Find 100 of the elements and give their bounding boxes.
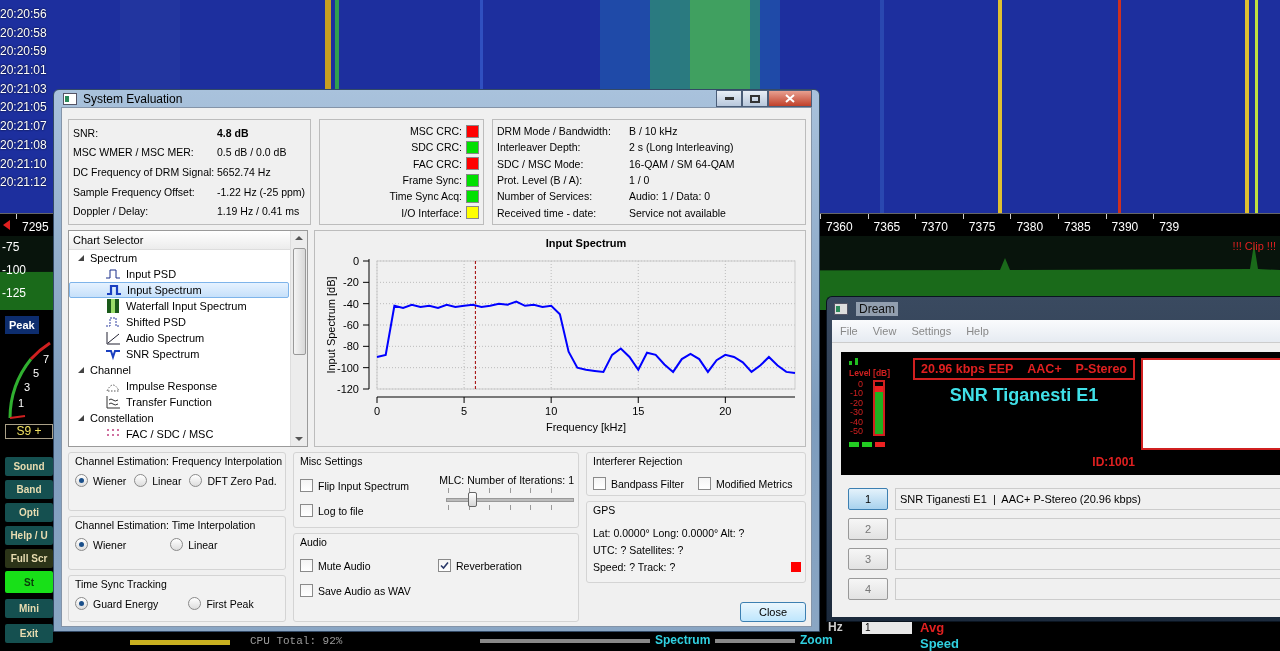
window-icon xyxy=(834,302,848,315)
measurement-label: Sample Frequency Offset: xyxy=(73,185,196,198)
service-button[interactable]: 4 xyxy=(848,578,888,600)
service-button[interactable]: 2 xyxy=(848,518,888,540)
group-title: Channel Estimation: Frequency Interpolation xyxy=(75,455,281,467)
side-button[interactable]: Band xyxy=(5,480,53,499)
tree-item[interactable]: Transfer Function xyxy=(69,394,289,410)
checkbox-icon[interactable] xyxy=(438,559,451,572)
radio-option[interactable]: First Peak xyxy=(188,597,254,610)
expanded-arrow-icon[interactable] xyxy=(77,366,85,374)
side-button[interactable]: Full Scr xyxy=(5,549,53,568)
checkbox-option[interactable]: Save Audio as WAV xyxy=(300,584,438,597)
tree-item[interactable]: Input Spectrum xyxy=(69,282,289,298)
axis-tick-label: 0 xyxy=(373,405,381,417)
service-id: ID:1001 xyxy=(1091,455,1135,469)
radio-icon[interactable] xyxy=(189,474,203,487)
side-button[interactable]: Opti xyxy=(5,503,53,522)
checkbox-icon[interactable] xyxy=(300,584,313,597)
checkbox-option[interactable]: Log to file xyxy=(300,504,410,517)
radio-option[interactable]: Wiener xyxy=(75,538,127,551)
radio-option[interactable]: DFT Zero Pad. xyxy=(189,474,277,487)
side-button[interactable]: Exit xyxy=(5,624,53,643)
dial-number: 1 xyxy=(18,397,25,409)
tree-item[interactable]: Shifted PSD xyxy=(69,314,289,330)
tree-item[interactable]: Input PSD xyxy=(69,266,289,282)
measurement-label: Doppler / Delay: xyxy=(73,205,150,218)
frequency-label: 7360 xyxy=(826,220,853,234)
average-label: Avg xyxy=(920,620,945,635)
checkbox-option[interactable]: Reverberation xyxy=(438,559,574,572)
peak-button[interactable]: Peak xyxy=(5,316,39,334)
indicator-label: I/O Interface: xyxy=(401,206,462,219)
axis-title: Input Spectrum [dB] xyxy=(325,276,337,374)
indicator-label: SDC CRC: xyxy=(411,141,462,154)
axis-tick-label: -60 xyxy=(343,319,359,331)
time-label: 20:20:56 xyxy=(0,6,47,23)
tree-item[interactable]: Constellation xyxy=(69,410,289,426)
level-label: -125 xyxy=(2,286,27,300)
side-button[interactable]: Sound xyxy=(5,457,53,476)
list-header: Chart Selector xyxy=(69,231,291,250)
tree-item[interactable]: SNR Spectrum xyxy=(69,346,289,362)
average-dropdown[interactable]: 1 xyxy=(862,622,912,634)
checkbox-icon[interactable] xyxy=(593,477,606,490)
close-icon xyxy=(785,94,795,103)
minimize-button[interactable] xyxy=(716,90,742,107)
radio-option[interactable]: Linear xyxy=(134,474,182,487)
checkbox-option[interactable]: Bandpass Filter xyxy=(593,477,684,490)
service-field: SNR Tiganesti E1 | AAC+ P-Stereo (20.96 kbps) xyxy=(895,488,1280,510)
indicator-label: FAC CRC: xyxy=(413,157,462,170)
radio-option[interactable]: Linear xyxy=(170,538,218,551)
tree-item[interactable]: Audio Spectrum xyxy=(69,330,289,346)
clip-warning: !!! Clip !!! xyxy=(1232,240,1276,252)
checkbox-icon[interactable] xyxy=(697,477,711,490)
close-button[interactable]: Close xyxy=(740,602,806,622)
tree-item[interactable]: Waterfall Input Spectrum xyxy=(69,298,289,314)
info-label: DRM Mode / Bandwidth: xyxy=(497,125,612,138)
axis-title: Frequency [kHz] xyxy=(545,421,627,433)
tree-item[interactable]: Impulse Response xyxy=(69,378,289,394)
gps-text: Speed: ? Track: ? xyxy=(593,561,676,573)
expanded-arrow-icon[interactable] xyxy=(77,254,85,262)
scale-label: -30 xyxy=(849,408,863,418)
side-button[interactable]: Help / U xyxy=(5,526,53,545)
checkbox-icon[interactable] xyxy=(300,479,313,492)
checkbox-option[interactable]: Modified Metrics xyxy=(697,477,793,490)
side-button[interactable]: Mini xyxy=(5,599,53,618)
axis-tick-label: 10 xyxy=(545,405,558,417)
axis-tick-label: 20 xyxy=(719,405,732,417)
time-label: 20:21:07 xyxy=(0,118,47,136)
station-name: SNR Tiganesti E1 xyxy=(948,385,1100,406)
radio-option[interactable]: Wiener xyxy=(75,474,127,487)
service-button[interactable]: 1 xyxy=(848,488,888,510)
radio-option[interactable]: Guard Energy xyxy=(75,597,159,610)
side-button[interactable]: St xyxy=(5,571,53,593)
close-button[interactable] xyxy=(768,90,812,107)
checkbox-icon[interactable] xyxy=(300,559,313,572)
zoom-label: Zoom xyxy=(800,633,833,647)
checkbox-option[interactable]: Flip Input Spectrum xyxy=(300,479,410,492)
radio-icon[interactable] xyxy=(75,597,88,610)
service-button[interactable]: 3 xyxy=(848,548,888,570)
tree-item[interactable]: Spectrum xyxy=(69,250,289,266)
radio-icon[interactable] xyxy=(134,474,148,487)
axis-tick-label: 0 xyxy=(352,255,359,267)
radio-icon[interactable] xyxy=(188,597,202,610)
radio-icon[interactable] xyxy=(75,538,88,551)
scrollbar[interactable] xyxy=(290,231,307,446)
time-label: 20:21:10 xyxy=(0,155,47,173)
checkbox-option[interactable]: Mute Audio xyxy=(300,559,438,572)
checkbox-icon[interactable] xyxy=(300,504,313,517)
maximize-button[interactable] xyxy=(742,90,768,107)
graph-icon xyxy=(105,331,121,345)
axis-tick-label: 15 xyxy=(632,405,645,417)
slider-thumb[interactable] xyxy=(467,492,477,507)
info-value: 1 / 0 xyxy=(629,174,650,187)
tree-item[interactable]: Channel xyxy=(69,362,289,378)
radio-icon[interactable] xyxy=(170,538,184,551)
time-label: 20:20:59 xyxy=(0,43,47,61)
radio-icon[interactable] xyxy=(75,474,88,487)
axis-tick-label: -100 xyxy=(336,361,359,374)
tree-item[interactable]: FAC / SDC / MSC xyxy=(69,426,289,442)
expanded-arrow-icon[interactable] xyxy=(77,414,85,422)
window-title: System Evaluation xyxy=(83,91,183,106)
